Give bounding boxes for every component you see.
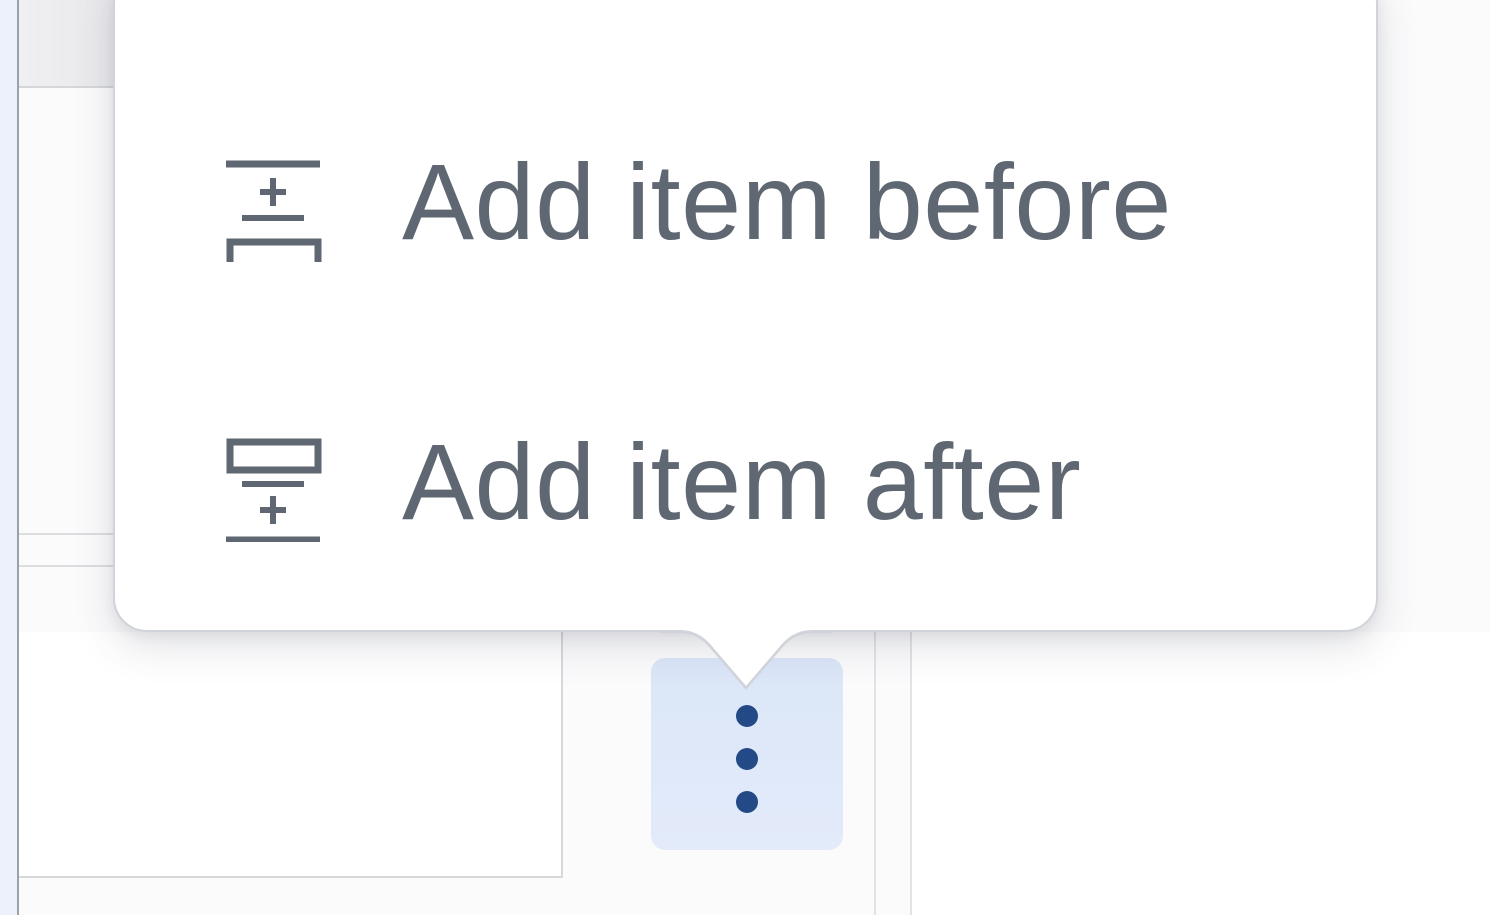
kebab-dot <box>736 705 758 727</box>
insert-before-icon <box>226 160 322 262</box>
kebab-dot <box>736 748 758 770</box>
menu-item-add-before[interactable]: Add item before <box>117 92 1376 312</box>
table-cell <box>19 632 563 878</box>
table-cell-right <box>912 632 1490 915</box>
table-column-divider <box>910 632 912 915</box>
insert-item-menu: Add item before Add item after <box>113 0 1378 632</box>
table-column-divider <box>874 632 876 915</box>
insert-after-icon <box>226 438 322 542</box>
table-header-cell <box>19 0 115 88</box>
table-row-divider <box>19 565 119 567</box>
menu-item-label: Add item after <box>402 421 1082 542</box>
left-panel-edge <box>0 0 19 915</box>
popover-arrow <box>660 628 832 690</box>
menu-item-add-after[interactable]: Add item after <box>117 372 1376 592</box>
table-row-divider <box>19 533 119 535</box>
kebab-dot <box>736 791 758 813</box>
menu-item-label: Add item before <box>402 141 1172 262</box>
